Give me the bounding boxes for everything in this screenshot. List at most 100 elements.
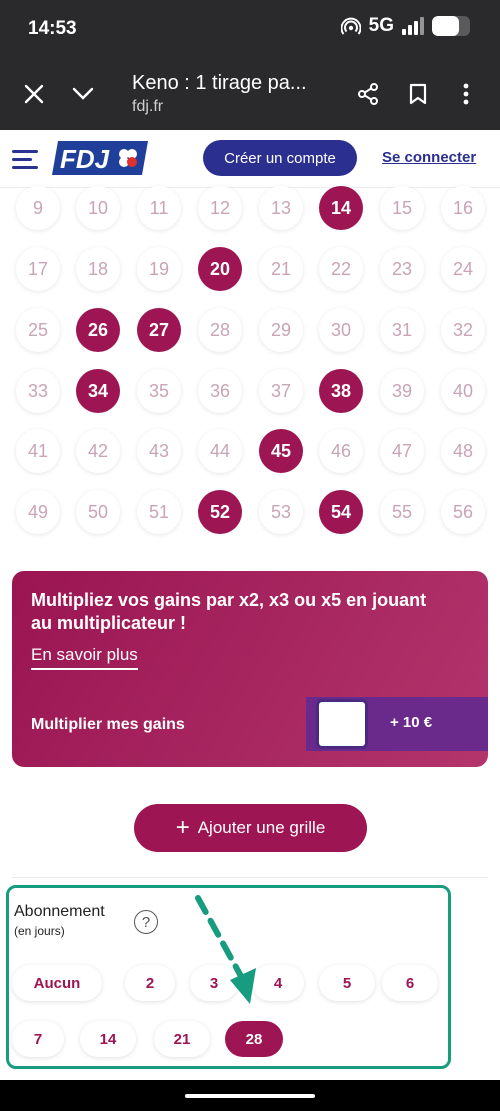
plus-icon: +	[175, 814, 190, 841]
signal-icon	[402, 17, 424, 35]
network-type: 5G	[368, 15, 394, 36]
number-16[interactable]: 16	[441, 186, 485, 230]
number-23[interactable]: 23	[380, 247, 424, 291]
subscription-title: Abonnement	[14, 903, 105, 920]
number-34[interactable]: 34	[76, 369, 120, 413]
number-12[interactable]: 12	[198, 186, 242, 230]
chevron-down-icon	[72, 87, 94, 100]
number-39[interactable]: 39	[380, 369, 424, 413]
share-icon	[358, 83, 378, 105]
hotspot-icon	[340, 17, 361, 35]
multiplier-promo: Multipliez vos gains par x2, x3 ou x5 en…	[12, 571, 488, 767]
number-26[interactable]: 26	[76, 308, 120, 352]
add-grid-button[interactable]: + Ajouter une grille	[134, 804, 367, 852]
number-35[interactable]: 35	[137, 369, 181, 413]
number-50[interactable]: 50	[76, 490, 120, 534]
logo-text: FDJ	[60, 144, 110, 174]
number-9[interactable]: 9	[16, 186, 60, 230]
bookmark-icon	[409, 83, 427, 105]
number-46[interactable]: 46	[319, 429, 363, 473]
number-grid: 9 10 11 12 13 14 15 16 17 18 19 20 21 22 23 24 25 26 27 28 2…	[0, 186, 500, 540]
number-20[interactable]: 20	[198, 247, 242, 291]
create-account-button[interactable]: Créer un compte	[203, 140, 357, 176]
number-14[interactable]: 14	[319, 186, 363, 230]
page-title: Keno : 1 tirage pa...	[132, 72, 307, 94]
number-30[interactable]: 30	[319, 308, 363, 352]
site-header: FDJ Créer un compte Se connecter	[0, 130, 500, 188]
number-52[interactable]: 52	[198, 490, 242, 534]
number-18[interactable]: 18	[76, 247, 120, 291]
subscription-option-6[interactable]: 6	[382, 965, 438, 1001]
status-bar: 14:53 5G	[0, 0, 500, 58]
number-54[interactable]: 54	[319, 490, 363, 534]
close-icon	[24, 84, 44, 104]
add-grid-label: Ajouter une grille	[197, 818, 326, 837]
subscription-option-aucun[interactable]: Aucun	[12, 965, 102, 1001]
fdj-logo[interactable]: FDJ	[52, 141, 148, 175]
status-icons: 5G	[340, 15, 470, 37]
subscription-option-7[interactable]: 7	[12, 1021, 64, 1057]
home-handle[interactable]	[185, 1094, 315, 1098]
share-button[interactable]	[350, 76, 386, 112]
number-24[interactable]: 24	[441, 247, 485, 291]
help-icon[interactable]: ?	[134, 910, 158, 934]
learn-more-link[interactable]: En savoir plus	[31, 645, 138, 670]
number-44[interactable]: 44	[198, 429, 242, 473]
number-40[interactable]: 40	[441, 369, 485, 413]
menu-icon[interactable]	[12, 150, 38, 170]
multiplier-option[interactable]: + 10 €	[306, 697, 488, 751]
number-48[interactable]: 48	[441, 429, 485, 473]
number-19[interactable]: 19	[137, 247, 181, 291]
number-11[interactable]: 11	[137, 186, 181, 230]
number-28[interactable]: 28	[198, 308, 242, 352]
subscription-subtitle: (en jours)	[14, 924, 65, 938]
login-link[interactable]: Se connecter	[382, 149, 476, 166]
number-36[interactable]: 36	[198, 369, 242, 413]
subscription-option-5[interactable]: 5	[319, 965, 375, 1001]
multiplier-label: Multiplier mes gains	[31, 716, 185, 733]
more-vertical-icon	[463, 83, 469, 105]
subscription-option-2[interactable]: 2	[125, 965, 175, 1001]
number-29[interactable]: 29	[259, 308, 303, 352]
more-options-button[interactable]	[448, 76, 484, 112]
number-33[interactable]: 33	[16, 369, 60, 413]
multiplier-price: + 10 €	[390, 714, 433, 731]
number-27[interactable]: 27	[137, 308, 181, 352]
number-47[interactable]: 47	[380, 429, 424, 473]
number-45[interactable]: 45	[259, 429, 303, 473]
number-43[interactable]: 43	[137, 429, 181, 473]
browser-toolbar: Keno : 1 tirage pa... fdj.fr	[0, 58, 500, 130]
multiplier-checkbox[interactable]	[316, 699, 368, 749]
promo-headline: Multipliez vos gains par x2, x3 ou x5 en…	[31, 590, 427, 633]
battery-icon	[432, 16, 470, 36]
number-17[interactable]: 17	[16, 247, 60, 291]
number-21[interactable]: 21	[259, 247, 303, 291]
number-51[interactable]: 51	[137, 490, 181, 534]
system-nav-bar	[0, 1080, 500, 1111]
number-25[interactable]: 25	[16, 308, 60, 352]
subscription-option-14[interactable]: 14	[80, 1021, 136, 1057]
annotation-arrow	[195, 895, 256, 1004]
collapse-button[interactable]	[65, 76, 101, 112]
subscription-option-21[interactable]: 21	[154, 1021, 210, 1057]
bookmark-button[interactable]	[400, 76, 436, 112]
number-38[interactable]: 38	[319, 369, 363, 413]
number-10[interactable]: 10	[76, 186, 120, 230]
close-tab-button[interactable]	[16, 76, 52, 112]
number-31[interactable]: 31	[380, 308, 424, 352]
divider	[12, 877, 488, 878]
number-56[interactable]: 56	[441, 490, 485, 534]
page-url[interactable]: fdj.fr	[132, 98, 163, 116]
number-53[interactable]: 53	[259, 490, 303, 534]
number-55[interactable]: 55	[380, 490, 424, 534]
number-37[interactable]: 37	[259, 369, 303, 413]
number-32[interactable]: 32	[441, 308, 485, 352]
number-22[interactable]: 22	[319, 247, 363, 291]
number-49[interactable]: 49	[16, 490, 60, 534]
subscription-option-28[interactable]: 28	[225, 1021, 283, 1057]
number-41[interactable]: 41	[16, 429, 60, 473]
number-13[interactable]: 13	[259, 186, 303, 230]
number-42[interactable]: 42	[76, 429, 120, 473]
clock: 14:53	[28, 18, 77, 39]
number-15[interactable]: 15	[380, 186, 424, 230]
